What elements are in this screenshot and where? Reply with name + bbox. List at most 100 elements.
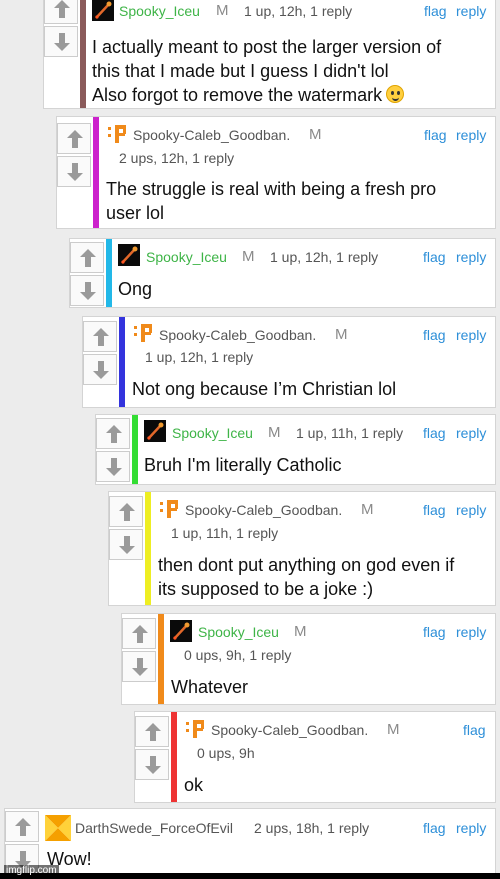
comment: Spooky_Iceu M 1 up, 11h, 1 reply flag re…: [95, 414, 496, 485]
username[interactable]: Spooky-Caleb_Goodban.: [185, 502, 342, 518]
rocket-avatar[interactable]: [144, 420, 166, 442]
flag-link[interactable]: flag: [463, 722, 486, 738]
rocket-avatar[interactable]: [118, 244, 140, 266]
arrow-down-icon: [132, 658, 148, 676]
reply-link[interactable]: reply: [456, 425, 486, 441]
arrow-down-icon: [67, 163, 83, 181]
upvote-button[interactable]: [96, 418, 130, 449]
upvote-button[interactable]: [57, 123, 91, 154]
arrow-down-icon: [119, 536, 135, 554]
flag-link[interactable]: flag: [423, 624, 446, 640]
flag-link[interactable]: flag: [423, 249, 446, 265]
upvote-button[interactable]: [135, 716, 169, 747]
mod-badge: M: [294, 623, 307, 640]
flag-link[interactable]: flag: [423, 425, 446, 441]
comment: Spooky-Caleb_Goodban. M flag reply 1 up,…: [82, 316, 496, 408]
comment: Spooky_Iceu M 1 up, 12h, 1 reply flag re…: [43, 0, 496, 109]
thread-depth-bar: [145, 492, 151, 605]
arrow-up-icon: [93, 328, 109, 346]
comment-meta: 1 up, 11h, 1 reply: [296, 425, 404, 441]
comment-body: Not ong because I’m Christian lol: [132, 379, 397, 399]
mod-badge: M: [242, 248, 255, 265]
upvote-button[interactable]: [109, 496, 143, 527]
upvote-button[interactable]: [44, 0, 78, 24]
thread-depth-bar: [93, 117, 99, 228]
reply-link[interactable]: reply: [456, 820, 486, 836]
thread-depth-bar: [119, 317, 125, 407]
pixel-p-avatar[interactable]: [107, 123, 129, 145]
footer-bar: [0, 873, 500, 879]
username[interactable]: Spooky_Iceu: [146, 249, 227, 265]
downvote-button[interactable]: [83, 354, 117, 385]
comment-body: Whatever: [171, 677, 249, 697]
downvote-button[interactable]: [57, 156, 91, 187]
mod-badge: M: [216, 2, 229, 19]
comment-meta: 1 up, 12h, 1 reply: [145, 349, 254, 365]
thread-depth-bar: [80, 0, 86, 108]
upvote-button[interactable]: [122, 618, 156, 649]
pixel-p-avatar[interactable]: [159, 498, 181, 520]
comment: Spooky_Iceu M flag reply 0 ups, 9h, 1 re…: [121, 613, 496, 705]
upvote-button[interactable]: [83, 321, 117, 352]
flag-link[interactable]: flag: [424, 3, 447, 19]
downvote-button[interactable]: [96, 451, 130, 482]
arrow-down-icon: [54, 33, 70, 51]
melting-face-emoji-icon: [386, 85, 405, 103]
comment-meta: 0 ups, 9h, 1 reply: [184, 647, 292, 663]
downvote-button[interactable]: [70, 275, 104, 306]
arrow-down-icon: [106, 458, 122, 476]
reply-link[interactable]: reply: [456, 3, 486, 19]
username[interactable]: Spooky_Iceu: [172, 425, 253, 441]
username[interactable]: Spooky-Caleb_Goodban.: [133, 127, 290, 143]
upvote-button[interactable]: [5, 811, 39, 842]
rocket-avatar[interactable]: [170, 620, 192, 642]
comment: Spooky-Caleb_Goodban. M flag reply 1 up,…: [108, 491, 496, 606]
username[interactable]: Spooky_Iceu: [119, 3, 200, 19]
comment-body: then dont put anything on god even if it…: [158, 555, 455, 599]
comment-body: Bruh I'm literally Catholic: [144, 455, 342, 475]
comment: Spooky-Caleb_Goodban. M flag 0 ups, 9h o…: [134, 711, 496, 803]
arrow-up-icon: [106, 425, 122, 443]
flag-link[interactable]: flag: [423, 327, 446, 343]
reply-link[interactable]: reply: [456, 502, 486, 518]
comment-meta: 1 up, 11h, 1 reply: [171, 525, 279, 541]
comment: DarthSwede_ForceOfEvil 2 ups, 18h, 1 rep…: [4, 808, 496, 879]
comment-meta: 2 ups, 18h, 1 reply: [254, 820, 370, 836]
pixel-p-avatar[interactable]: [185, 718, 207, 740]
arrow-up-icon: [54, 0, 70, 18]
reply-link[interactable]: reply: [456, 127, 486, 143]
username[interactable]: Spooky-Caleb_Goodban.: [159, 327, 316, 343]
username[interactable]: Spooky-Caleb_Goodban.: [211, 722, 368, 738]
arrow-up-icon: [119, 503, 135, 521]
arrow-down-icon: [80, 282, 96, 300]
comment-body: I actually meant to post the larger vers…: [92, 35, 492, 107]
downvote-button[interactable]: [109, 529, 143, 560]
comment: Spooky-Caleb_Goodban. M flag reply 2 ups…: [56, 116, 496, 229]
reply-link[interactable]: reply: [456, 249, 486, 265]
comment-meta: 1 up, 12h, 1 reply: [270, 249, 379, 265]
username[interactable]: DarthSwede_ForceOfEvil: [75, 820, 233, 836]
reply-link[interactable]: reply: [456, 624, 486, 640]
mod-badge: M: [335, 326, 348, 343]
comment-meta: 1 up, 12h, 1 reply: [244, 3, 353, 19]
upvote-button[interactable]: [70, 242, 104, 273]
comment: Spooky_Iceu M 1 up, 12h, 1 reply flag re…: [69, 238, 496, 308]
comment-body: Ong: [118, 279, 153, 299]
thread-depth-bar: [132, 415, 138, 484]
rocket-avatar[interactable]: [92, 0, 114, 21]
comment-meta: 0 ups, 9h: [197, 745, 255, 761]
arrow-up-icon: [132, 625, 148, 643]
downvote-button[interactable]: [44, 26, 78, 57]
arrow-up-icon: [145, 723, 161, 741]
flag-link[interactable]: flag: [423, 820, 446, 836]
comment-meta: 2 ups, 12h, 1 reply: [119, 150, 235, 166]
pixel-p-avatar[interactable]: [133, 322, 155, 344]
reply-link[interactable]: reply: [456, 327, 486, 343]
downvote-button[interactable]: [122, 651, 156, 682]
downvote-button[interactable]: [135, 749, 169, 780]
flag-link[interactable]: flag: [423, 502, 446, 518]
pinwheel-avatar[interactable]: [45, 815, 71, 841]
username[interactable]: Spooky_Iceu: [198, 624, 279, 640]
flag-link[interactable]: flag: [424, 127, 447, 143]
mod-badge: M: [268, 424, 281, 441]
